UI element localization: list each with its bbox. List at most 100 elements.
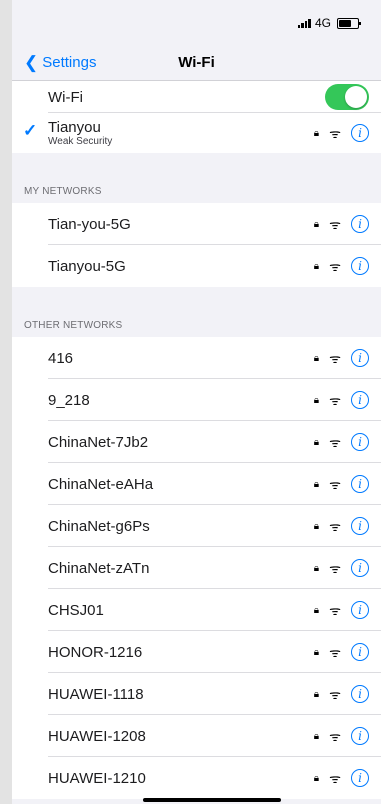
network-row[interactable]: ChinaNet-7Jb2 🔒︎ ᯤ i — [12, 421, 381, 463]
current-network-security: Weak Security — [48, 136, 113, 147]
other-networks-list: 416 🔒︎ ᯤ i 9_218 🔒︎ ᯤ i ChinaNet-7Jb2 🔒︎ ᯤ i ChinaNe… — [12, 337, 381, 799]
wifi-toggle-label: Wi-Fi — [48, 88, 83, 106]
info-icon[interactable]: i — [351, 391, 369, 409]
network-type-label: 4G — [314, 16, 331, 30]
network-name: CHSJ01 — [48, 601, 104, 619]
wifi-signal-icon: ᯤ — [329, 645, 341, 660]
network-row[interactable]: ChinaNet-g6Ps 🔒︎ ᯤ i — [12, 505, 381, 547]
network-row[interactable]: HUAWEI-1208 🔒︎ ᯤ i — [12, 715, 381, 757]
network-icons: 🔒︎ ᯤ i — [314, 349, 369, 367]
network-icons: 🔒︎ ᯤ i — [314, 391, 369, 409]
network-icons: 🔒︎ ᯤ i — [314, 559, 369, 577]
wifi-signal-icon: ᯤ — [329, 603, 341, 618]
network-icons: 🔒︎ ᯤ i — [314, 517, 369, 535]
network-icons: 🔒︎ ᯤ i — [314, 475, 369, 493]
network-row[interactable]: ChinaNet-zATn 🔒︎ ᯤ i — [12, 547, 381, 589]
page-title: Wi-Fi — [178, 54, 215, 71]
wifi-signal-icon: ᯤ — [329, 519, 341, 534]
network-row[interactable]: HUAWEI-1210 🔒︎ ᯤ i — [12, 757, 381, 799]
lock-icon: 🔒︎ — [313, 436, 320, 448]
wifi-signal-icon: ᯤ — [329, 561, 341, 576]
network-row[interactable]: ChinaNet-eAHa 🔒︎ ᯤ i — [12, 463, 381, 505]
network-icons: 🔒︎ ᯤ i — [314, 433, 369, 451]
lock-icon: 🔒︎ — [313, 520, 320, 532]
info-icon[interactable]: i — [351, 727, 369, 745]
network-row[interactable]: HONOR-1216 🔒︎ ᯤ i — [12, 631, 381, 673]
wifi-signal-icon: ᯤ — [329, 126, 341, 141]
network-name: ChinaNet-zATn — [48, 559, 150, 577]
lock-icon: 🔒︎ — [313, 352, 320, 364]
network-row[interactable]: HUAWEI-1118 🔒︎ ᯤ i — [12, 673, 381, 715]
lock-icon: 🔒︎ — [313, 730, 320, 742]
checkmark-icon: ✓ — [23, 121, 38, 140]
current-network-name: Tianyou — [48, 119, 101, 136]
lock-icon: 🔒︎ — [313, 562, 320, 574]
wifi-toggle-row: Wi-Fi — [12, 81, 381, 113]
battery-icon — [337, 17, 361, 29]
network-name: 9_218 — [48, 391, 90, 409]
network-icons: 🔒︎ ᯤ i — [314, 215, 369, 233]
current-network-names: Tianyou Weak Security — [48, 119, 314, 147]
my-networks-list: Tian-you-5G 🔒︎ ᯤ i Tianyou-5G 🔒︎ ᯤ i — [12, 203, 381, 287]
toggle-knob — [345, 86, 367, 108]
network-icons: 🔒︎ ᯤ i — [314, 727, 369, 745]
current-network-row[interactable]: ✓ Tianyou Weak Security 🔒︎ ᯤ i — [12, 113, 381, 153]
network-icons: 🔒︎ ᯤ i — [314, 601, 369, 619]
network-icons: 🔒︎ ᯤ i — [314, 685, 369, 703]
lock-icon: 🔒︎ — [313, 478, 320, 490]
lock-icon: 🔒︎ — [313, 260, 320, 272]
network-row[interactable]: Tianyou-5G 🔒︎ ᯤ i — [12, 245, 381, 287]
wifi-toggle-switch[interactable] — [325, 84, 369, 110]
network-icons: 🔒︎ ᯤ i — [314, 769, 369, 787]
info-icon[interactable]: i — [351, 433, 369, 451]
network-name: Tian-you-5G — [48, 215, 131, 233]
other-networks-header: OTHER NETWORKS — [24, 320, 123, 331]
network-name: HUAWEI-1210 — [48, 769, 146, 787]
info-icon[interactable]: i — [351, 257, 369, 275]
network-row[interactable]: Tian-you-5G 🔒︎ ᯤ i — [12, 203, 381, 245]
lock-icon: 🔒︎ — [313, 688, 320, 700]
network-name: HUAWEI-1118 — [48, 685, 144, 703]
wifi-signal-icon: ᯤ — [329, 687, 341, 702]
info-icon[interactable]: i — [351, 215, 369, 233]
network-row[interactable]: 9_218 🔒︎ ᯤ i — [12, 379, 381, 421]
lock-icon: 🔒︎ — [313, 218, 320, 230]
lock-icon: 🔒︎ — [313, 604, 320, 616]
status-bar: 4G — [12, 0, 381, 46]
wifi-signal-icon: ᯤ — [329, 393, 341, 408]
info-icon[interactable]: i — [351, 685, 369, 703]
wifi-signal-icon: ᯤ — [329, 259, 341, 274]
network-row[interactable]: 416 🔒︎ ᯤ i — [12, 337, 381, 379]
network-row[interactable]: CHSJ01 🔒︎ ᯤ i — [12, 589, 381, 631]
wifi-signal-icon: ᯤ — [329, 477, 341, 492]
info-icon[interactable]: i — [351, 769, 369, 787]
info-icon[interactable]: i — [351, 475, 369, 493]
info-icon[interactable]: i — [351, 559, 369, 577]
network-icons: 🔒︎ ᯤ i — [314, 257, 369, 275]
network-icons: 🔒︎ ᯤ i — [314, 124, 369, 142]
network-name: ChinaNet-eAHa — [48, 475, 154, 493]
wifi-signal-icon: ᯤ — [329, 217, 341, 232]
network-name: HONOR-1216 — [48, 643, 143, 661]
info-icon[interactable]: i — [351, 601, 369, 619]
lock-icon: 🔒︎ — [313, 127, 320, 139]
wifi-settings-screen: 4G ❮ Settings Wi-Fi Wi-Fi ✓ Tianyou Weak… — [12, 0, 381, 804]
lock-icon: 🔒︎ — [313, 646, 320, 658]
home-indicator — [143, 798, 281, 802]
wifi-signal-icon: ᯤ — [329, 729, 341, 744]
info-icon[interactable]: i — [351, 517, 369, 535]
lock-icon: 🔒︎ — [313, 772, 320, 784]
network-name: Tianyou-5G — [48, 257, 126, 275]
network-name: ChinaNet-7Jb2 — [48, 433, 149, 451]
network-name: ChinaNet-g6Ps — [48, 517, 150, 535]
info-icon[interactable]: i — [351, 349, 369, 367]
wifi-signal-icon: ᯤ — [329, 351, 341, 366]
my-networks-header: MY NETWORKS — [24, 186, 102, 197]
network-name: HUAWEI-1208 — [48, 727, 146, 745]
info-icon[interactable]: i — [351, 124, 369, 142]
network-icons: 🔒︎ ᯤ i — [314, 643, 369, 661]
network-name: 416 — [48, 349, 74, 367]
wifi-main-group: Wi-Fi ✓ Tianyou Weak Security 🔒︎ ᯤ i — [12, 81, 381, 153]
wifi-signal-icon: ᯤ — [329, 771, 341, 786]
info-icon[interactable]: i — [351, 643, 369, 661]
